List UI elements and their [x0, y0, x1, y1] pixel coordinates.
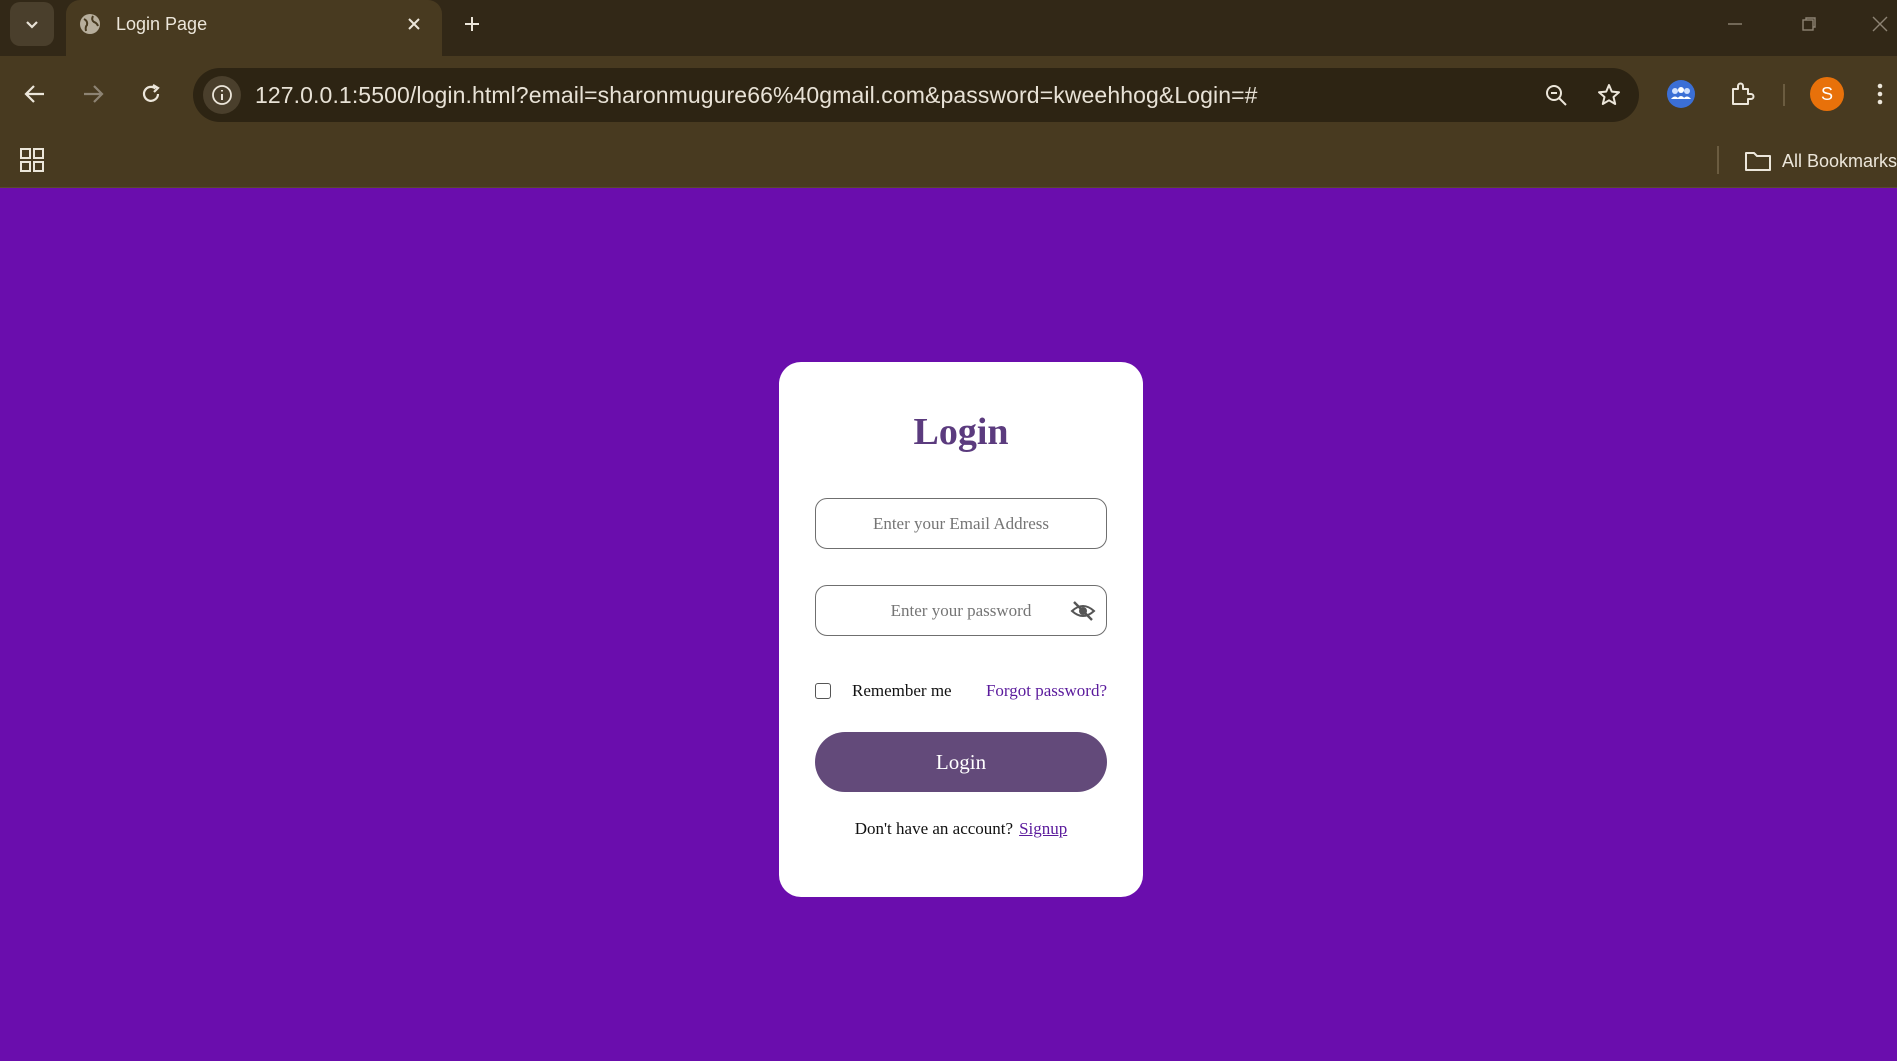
- menu-button[interactable]: [1866, 74, 1894, 114]
- close-icon: [1872, 16, 1888, 32]
- globe-icon: [80, 14, 100, 34]
- arrow-right-icon: [84, 85, 104, 103]
- forward-button[interactable]: [73, 74, 113, 114]
- address-bar[interactable]: 127.0.0.1:5500/login.html?email=sharonmu…: [193, 68, 1639, 122]
- bookmark-star-button[interactable]: [1591, 77, 1627, 113]
- zoom-icon: [1546, 85, 1567, 106]
- extension-meet-button[interactable]: [1661, 74, 1701, 114]
- plus-icon: [465, 17, 479, 31]
- tab-strip: Login Page: [0, 0, 1897, 56]
- close-icon: [408, 18, 420, 30]
- apps-grid-icon[interactable]: [18, 146, 46, 174]
- zoom-button[interactable]: [1538, 77, 1574, 113]
- login-button[interactable]: Login: [815, 732, 1107, 792]
- signup-row: Don't have an account? Signup: [779, 819, 1143, 839]
- restore-icon: [1802, 17, 1816, 31]
- email-field[interactable]: [815, 498, 1107, 549]
- all-bookmarks-label: All Bookmarks: [1782, 150, 1897, 171]
- tab-title: Login Page: [116, 14, 208, 34]
- profile-button[interactable]: S: [1807, 74, 1847, 114]
- back-button[interactable]: [15, 74, 55, 114]
- reload-icon: [142, 84, 160, 102]
- all-bookmarks-button[interactable]: All Bookmarks: [1744, 144, 1897, 178]
- more-vertical-icon: [1877, 83, 1883, 105]
- remember-row: Remember me Forgot password?: [815, 678, 1107, 704]
- email-input[interactable]: [816, 499, 1106, 548]
- minimize-button[interactable]: [1715, 6, 1755, 42]
- minimize-icon: [1728, 23, 1742, 25]
- signup-link[interactable]: Signup: [1019, 819, 1067, 838]
- info-icon: [212, 85, 232, 105]
- folder-icon: [1745, 152, 1771, 171]
- bookmarks-bar: All Bookmarks: [0, 134, 1897, 188]
- password-field[interactable]: [815, 585, 1107, 636]
- new-tab-button[interactable]: [456, 8, 488, 40]
- chevron-down-icon: [26, 21, 38, 29]
- tab-search-button[interactable]: [10, 2, 54, 46]
- remember-checkbox[interactable]: [815, 683, 831, 699]
- extensions-button[interactable]: [1722, 74, 1762, 114]
- bookmarks-separator: [1717, 146, 1719, 174]
- signup-prompt: Don't have an account?: [854, 819, 1014, 838]
- password-input[interactable]: [816, 586, 1106, 635]
- forgot-password-link[interactable]: Forgot password?: [986, 681, 1107, 701]
- site-info-button[interactable]: [203, 76, 241, 114]
- login-heading: Login: [913, 411, 1009, 453]
- star-icon: [1598, 84, 1620, 105]
- tab-close-button[interactable]: [400, 10, 428, 38]
- reload-button[interactable]: [131, 74, 171, 114]
- arrow-left-icon: [24, 85, 44, 103]
- login-form: Login Remember me Forgot password? Login…: [779, 362, 1143, 897]
- avatar: S: [1810, 77, 1844, 111]
- restore-button[interactable]: [1789, 6, 1829, 42]
- remember-label: Remember me: [852, 681, 952, 700]
- toolbar-separator: [1783, 84, 1785, 106]
- url-text[interactable]: 127.0.0.1:5500/login.html?email=sharonmu…: [255, 82, 1258, 109]
- puzzle-icon: [1732, 82, 1755, 105]
- browser-toolbar: 127.0.0.1:5500/login.html?email=sharonmu…: [0, 56, 1897, 134]
- group-extension-icon: [1667, 80, 1695, 108]
- tab-login-page[interactable]: Login Page: [66, 0, 442, 56]
- close-window-button[interactable]: [1863, 6, 1897, 42]
- eye-slash-icon[interactable]: [1070, 599, 1096, 623]
